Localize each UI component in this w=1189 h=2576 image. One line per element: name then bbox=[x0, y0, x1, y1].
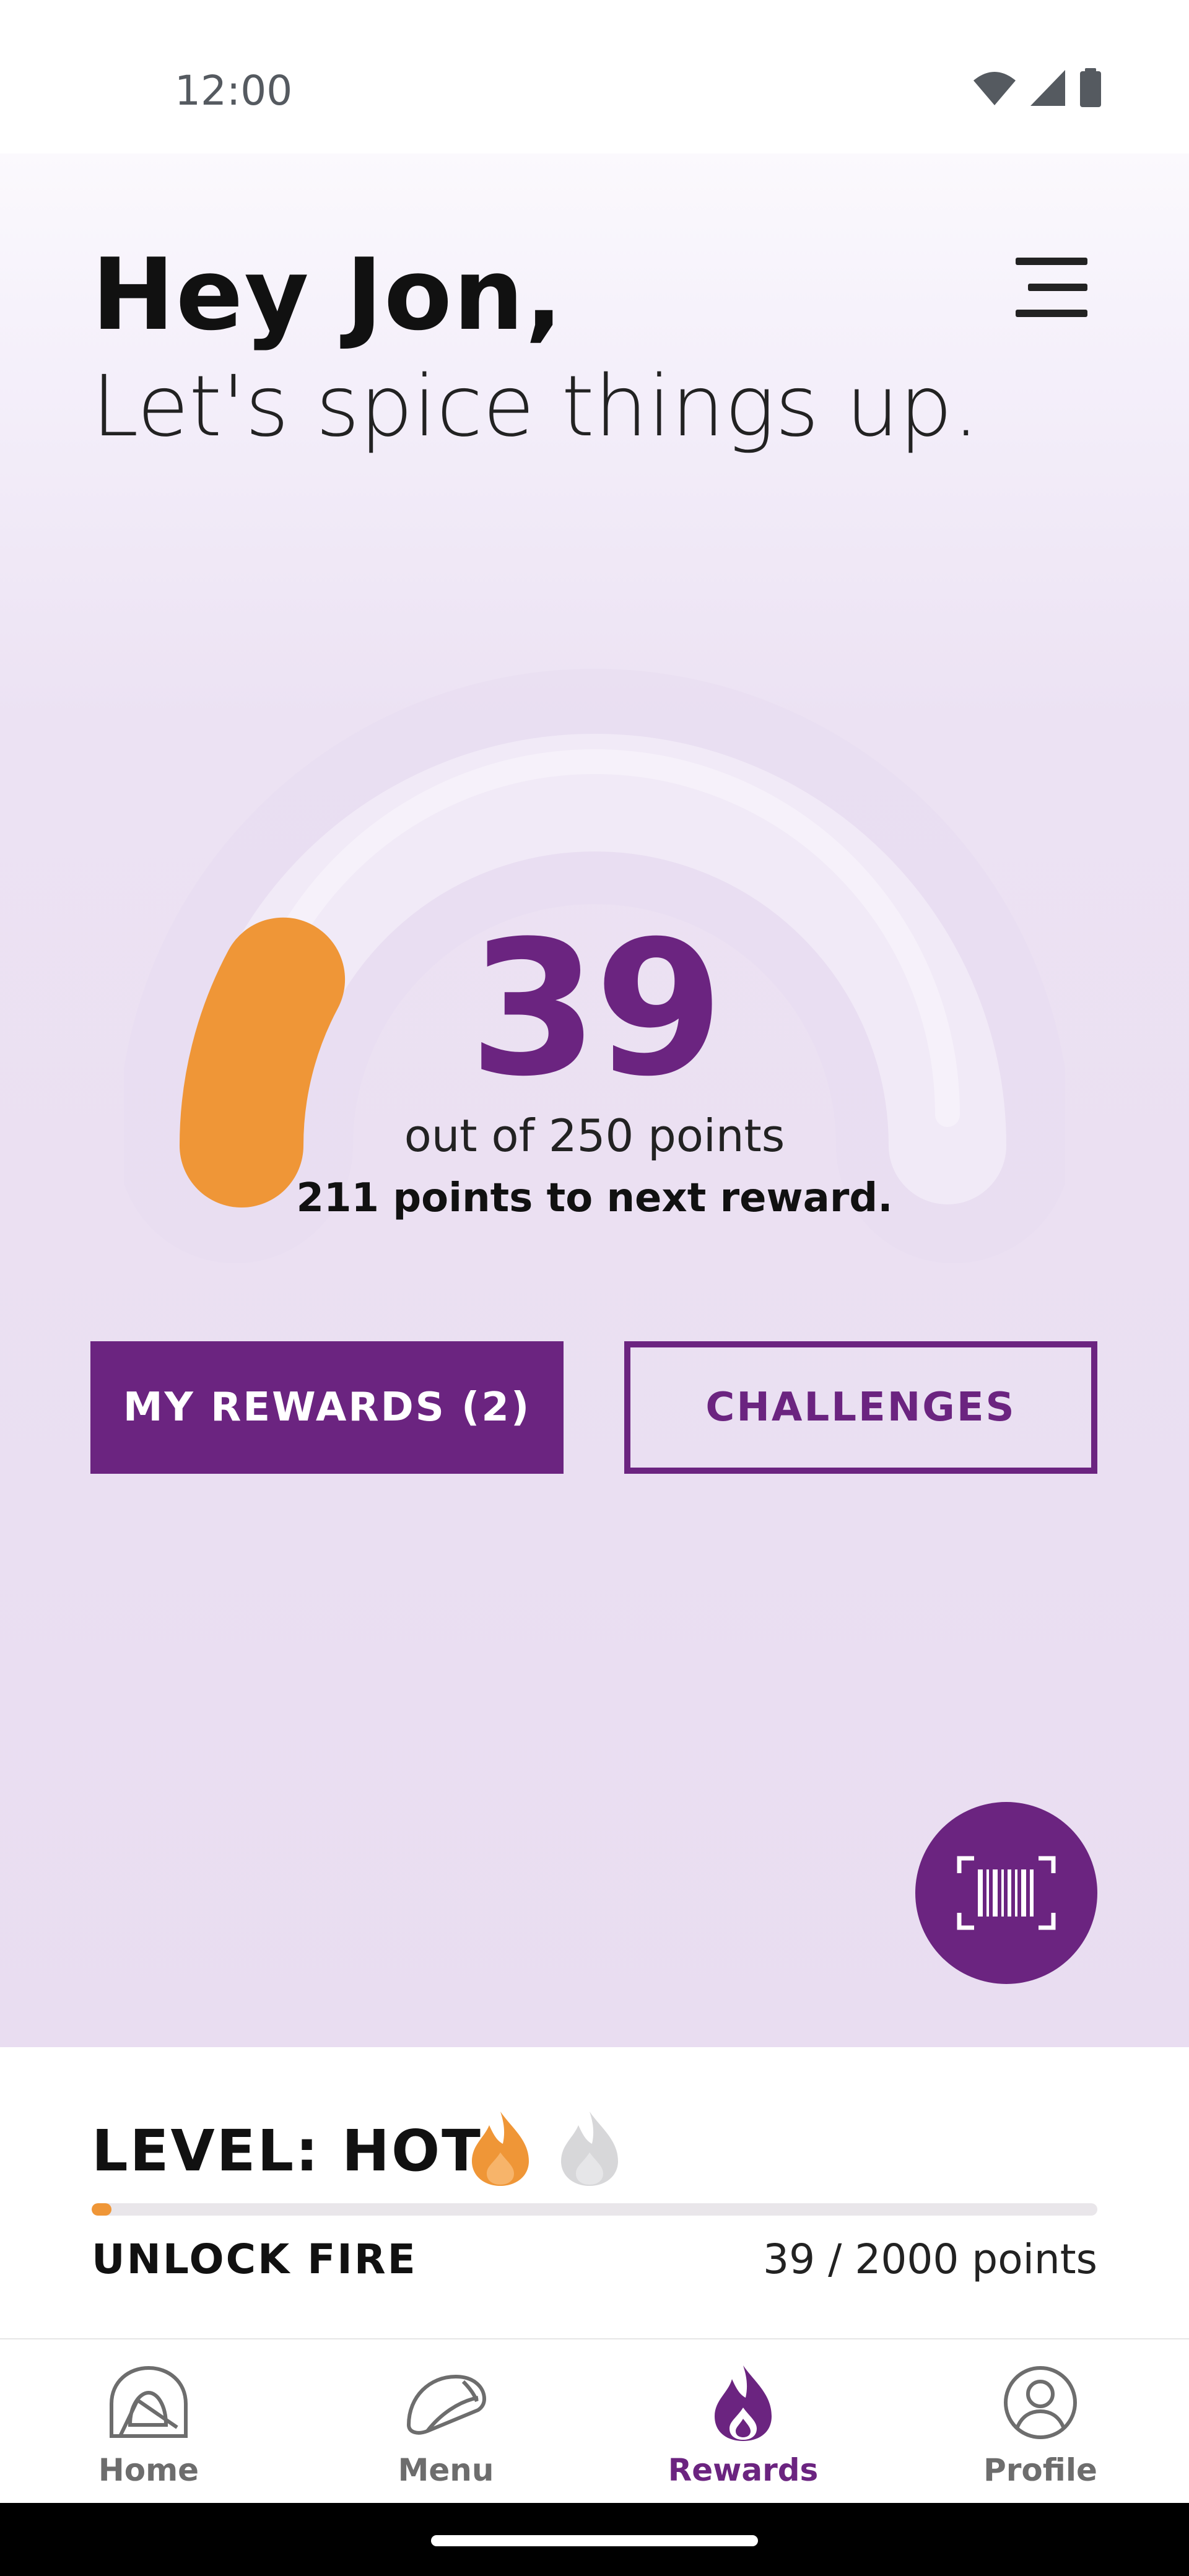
nav-item-menu[interactable]: Menu bbox=[297, 2339, 594, 2504]
scan-barcode-button[interactable] bbox=[915, 1802, 1097, 1984]
wifi-icon bbox=[973, 72, 1016, 105]
points-to-next: 211 points to next reward. bbox=[296, 1175, 893, 1221]
nav-item-profile[interactable]: Profile bbox=[892, 2339, 1189, 2504]
level-panel: LEVEL: HOT UNLOCK FIRE 39 / 2000 points bbox=[0, 2047, 1189, 2338]
nav-item-rewards[interactable]: Rewards bbox=[594, 2339, 892, 2504]
taco-icon bbox=[406, 2374, 487, 2435]
profile-icon bbox=[1004, 2366, 1077, 2439]
greeting-title: Hey Jon, bbox=[92, 237, 564, 352]
nav-label-home: Home bbox=[98, 2452, 199, 2488]
cell-signal-icon bbox=[1030, 70, 1065, 106]
my-rewards-button[interactable]: MY REWARDS (2) bbox=[90, 1341, 564, 1474]
system-nav-bar bbox=[0, 2503, 1189, 2576]
battery-icon bbox=[1080, 68, 1101, 107]
flame-fire-icon bbox=[561, 2112, 618, 2186]
points-value: 39 bbox=[469, 901, 723, 1117]
barcode-scan-icon bbox=[957, 1856, 1056, 1930]
level-points: 39 / 2000 points bbox=[763, 2235, 1097, 2283]
status-bar: 12:00 bbox=[0, 0, 1189, 154]
unlock-label: UNLOCK FIRE bbox=[92, 2235, 417, 2283]
level-title: LEVEL: HOT bbox=[92, 2118, 482, 2184]
hamburger-menu-icon[interactable] bbox=[1016, 258, 1087, 317]
status-time: 12:00 bbox=[175, 67, 293, 115]
level-progress-fill bbox=[92, 2203, 111, 2216]
level-progress-bar bbox=[92, 2203, 1097, 2216]
status-icons bbox=[972, 68, 1102, 108]
greeting-subtitle: Let's spice things up. bbox=[92, 358, 980, 456]
nav-item-home[interactable]: Home bbox=[0, 2339, 297, 2504]
nav-label-profile: Profile bbox=[983, 2452, 1097, 2488]
nav-label-menu: Menu bbox=[398, 2452, 494, 2488]
flame-hot-icon bbox=[472, 2112, 529, 2186]
flame-icon bbox=[715, 2365, 772, 2441]
points-out-of: out of 250 points bbox=[404, 1110, 785, 1162]
nav-label-rewards: Rewards bbox=[668, 2452, 819, 2488]
home-bell-icon bbox=[110, 2365, 188, 2438]
challenges-button[interactable]: CHALLENGES bbox=[624, 1341, 1097, 1474]
bottom-nav: Home Menu Rewards Profile bbox=[0, 2338, 1189, 2504]
home-gesture-handle[interactable] bbox=[431, 2535, 758, 2546]
